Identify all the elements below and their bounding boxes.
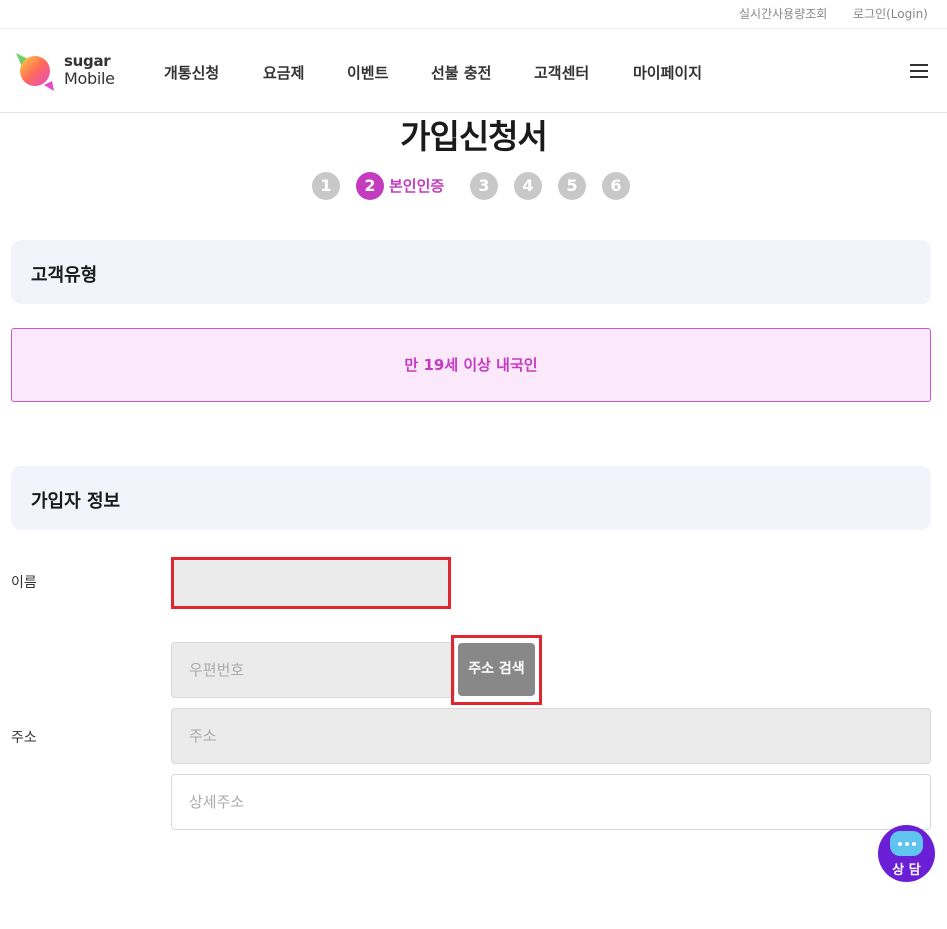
step-4: 4 [514, 172, 542, 200]
customer-type-title: 고객유형 [31, 265, 98, 286]
logo[interactable]: sugar Mobile [12, 47, 132, 97]
step-active-label: 본인인증 [389, 177, 445, 195]
menu-icon[interactable] [910, 64, 928, 78]
step-5: 5 [558, 172, 586, 200]
chat-consult-button[interactable]: 상 담 [878, 825, 935, 882]
nav-item-plans[interactable]: 요금제 [263, 62, 304, 83]
step-2-active: 2 [356, 172, 384, 200]
step-6: 6 [602, 172, 630, 200]
customer-type-option-adult-domestic[interactable]: 만 19세 이상 내국인 [11, 328, 931, 402]
nav-item-activation[interactable]: 개통신청 [164, 62, 219, 83]
detail-address-input[interactable]: 상세주소 [171, 774, 931, 830]
realtime-usage-link[interactable]: 실시간사용량조회 [739, 5, 827, 22]
nav-item-customer-center[interactable]: 고객센터 [534, 62, 589, 83]
address-search-highlight[interactable]: 주소 검색 [451, 635, 542, 705]
nav-item-mypage[interactable]: 마이페이지 [633, 62, 702, 83]
logo-text-mobile: Mobile [64, 69, 115, 88]
customer-type-header: 고객유형 [11, 240, 931, 304]
address-label: 주소 [11, 730, 37, 746]
candy-logo-icon [16, 53, 54, 91]
subscriber-info-header: 가입자 정보 [11, 466, 931, 530]
page-title: 가입신청서 [400, 117, 548, 156]
address-input[interactable]: 주소 [171, 708, 931, 764]
nav-item-prepaid-charge[interactable]: 선불 충전 [431, 62, 491, 83]
zipcode-input[interactable]: 우편번호 [171, 642, 455, 698]
login-link[interactable]: 로그인(Login) [853, 5, 928, 22]
chat-bubble-icon [890, 831, 923, 856]
nav-item-events[interactable]: 이벤트 [347, 62, 388, 83]
global-nav: sugar Mobile 개통신청 요금제 이벤트 선불 충전 고객센터 마이페… [0, 29, 947, 113]
logo-text-sugar: sugar [64, 52, 111, 70]
subscriber-info-title: 가입자 정보 [31, 491, 121, 512]
utility-bar: 실시간사용량조회 로그인(Login) [0, 0, 947, 29]
name-label: 이름 [11, 575, 37, 591]
step-3: 3 [470, 172, 498, 200]
name-input[interactable] [171, 557, 451, 609]
step-1: 1 [312, 172, 340, 200]
address-search-button[interactable]: 주소 검색 [458, 643, 535, 696]
chat-consult-label: 상 담 [892, 863, 921, 878]
